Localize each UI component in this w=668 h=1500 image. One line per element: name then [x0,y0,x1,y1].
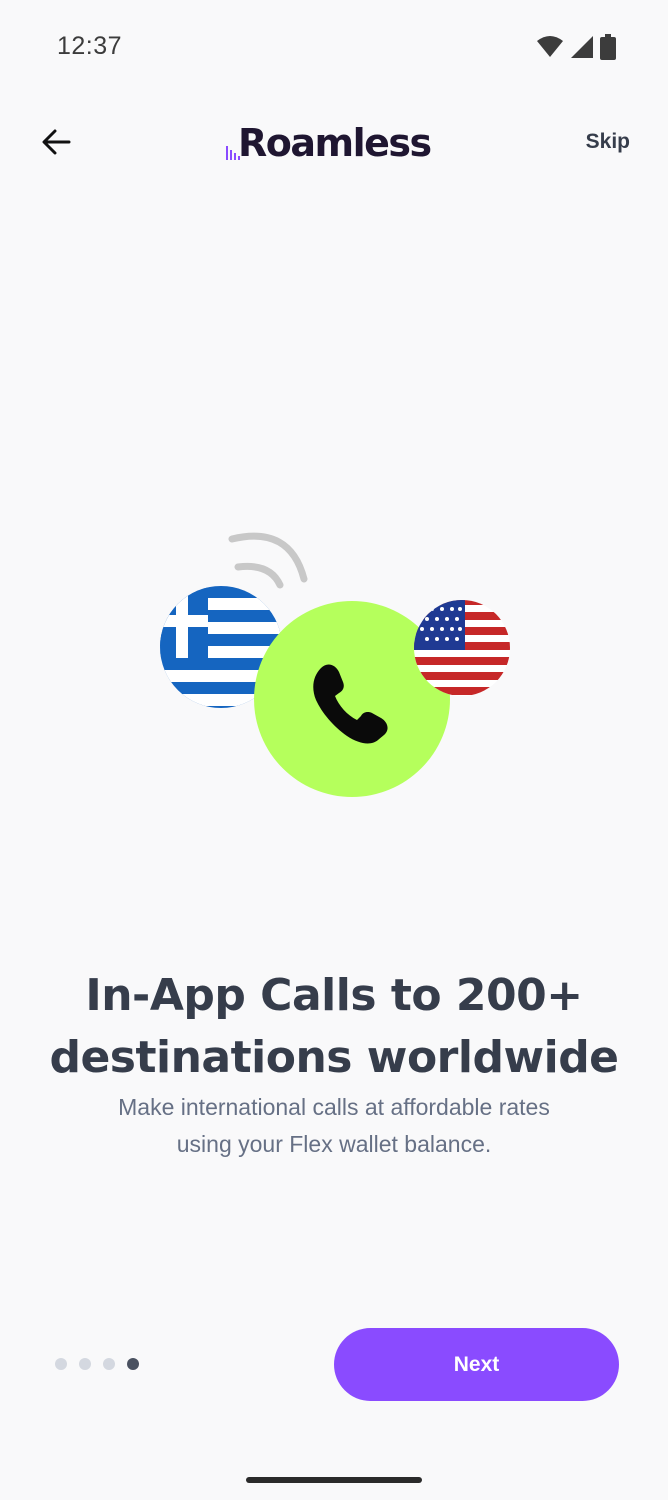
logo-text: Roamless [238,121,432,165]
subtitle-line-2: using your Flex wallet balance. [176,1131,492,1157]
header: Roamless Skip [0,96,668,192]
status-icons [536,34,616,65]
status-time: 12:37 [57,32,123,60]
onboarding-title: In-App Calls to 200+ destinations worldw… [0,965,668,1089]
wifi-icon [536,35,564,64]
page-dot-1 [55,1358,67,1370]
home-indicator[interactable] [246,1477,422,1483]
signal-waves-icon [228,532,308,589]
page-indicator [55,1358,139,1370]
back-button[interactable] [34,122,78,166]
title-line-2: destinations worldwide [49,1032,619,1083]
battery-icon [600,34,616,65]
calls-illustration [150,525,530,815]
title-line-1: In-App Calls to 200+ [85,970,583,1021]
skip-button[interactable]: Skip [586,130,630,154]
page-dot-3 [103,1358,115,1370]
subtitle-line-1: Make international calls at affordable r… [118,1094,550,1120]
status-bar: 12:37 [0,0,668,96]
page-dot-4 [127,1358,139,1370]
next-button[interactable]: Next [334,1328,619,1401]
roamless-logo: Roamless [226,114,432,174]
arrow-left-icon [41,129,71,160]
onboarding-subtitle: Make international calls at affordable r… [0,1089,668,1163]
page-dot-2 [79,1358,91,1370]
signal-icon [570,35,594,64]
